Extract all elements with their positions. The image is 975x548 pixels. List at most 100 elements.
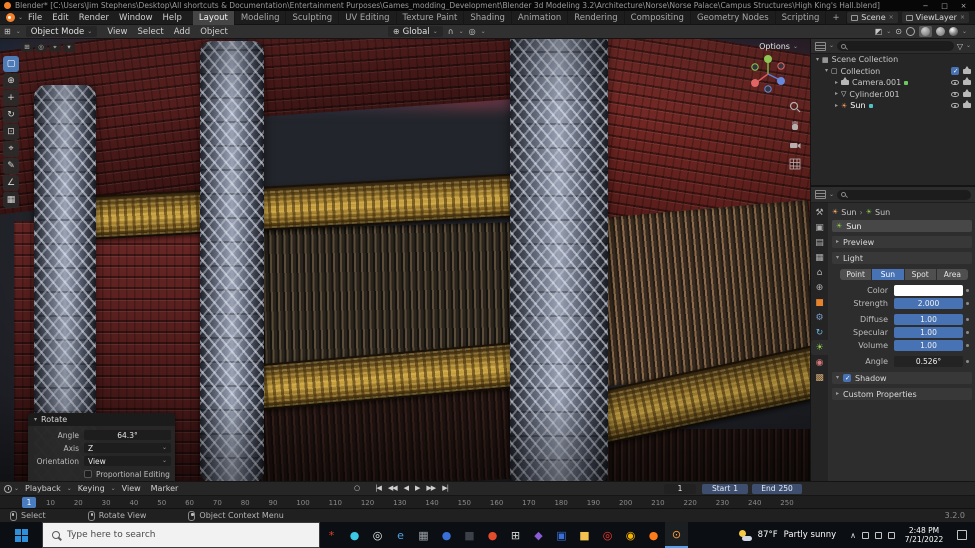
mini-button-2[interactable]: ◎ [35, 42, 47, 52]
render-visibility-icon[interactable] [963, 69, 971, 74]
playhead[interactable]: 1 [22, 497, 36, 508]
menu-file[interactable]: File [23, 11, 47, 25]
outliner-row-sun[interactable]: ▸ ☀ Sun [811, 100, 975, 112]
render-visibility-icon[interactable] [963, 103, 971, 108]
editor-type-caret-icon[interactable]: ⌄ [16, 29, 21, 35]
tab-output[interactable]: ▤ [811, 235, 828, 250]
volume-slider[interactable]: 1.00 [894, 340, 963, 351]
breadcrumb-data[interactable]: Sun [875, 208, 890, 217]
hide-viewport-icon[interactable] [951, 80, 959, 85]
properties-search-input[interactable] [837, 190, 971, 200]
shading-wireframe-icon[interactable] [906, 27, 915, 36]
light-type-button[interactable]: Sun [872, 269, 903, 280]
shading-material-icon[interactable] [936, 27, 945, 36]
weather-temperature[interactable]: 87°F [758, 530, 778, 540]
mode-dropdown[interactable]: Object Mode ⌄ [26, 26, 98, 37]
taskbar-app-icon[interactable]: ◎ [366, 522, 389, 548]
outliner-editor-icon[interactable] [815, 42, 826, 51]
light-color-swatch[interactable] [894, 285, 963, 296]
render-visibility-icon[interactable] [963, 80, 971, 85]
preview-section-header[interactable]: ▸ Preview [832, 236, 972, 248]
tab-object-data[interactable]: ☀ [811, 340, 828, 355]
overlays-icon[interactable]: ◩ [875, 27, 883, 36]
menu-help[interactable]: Help [158, 11, 187, 25]
snap-caret-icon[interactable]: ⌄ [459, 29, 464, 35]
mini-button-4[interactable]: ▾ [63, 42, 75, 52]
light-section-header[interactable]: ▾ Light [832, 252, 972, 264]
render-visibility-icon[interactable] [963, 92, 971, 97]
workspace-tab[interactable]: Geometry Nodes [691, 11, 776, 25]
workspace-tab[interactable]: Rendering [568, 11, 624, 25]
keyframe-dot-icon[interactable] [963, 302, 972, 305]
tool-move[interactable]: + [3, 90, 19, 106]
taskbar-app-icon[interactable]: ■ [573, 522, 596, 548]
menu-edit[interactable]: Edit [47, 11, 73, 25]
xray-toggle-icon[interactable]: ⊙ [895, 27, 902, 36]
tab-scene[interactable]: ⌂ [811, 265, 828, 280]
diffuse-slider[interactable]: 1.00 [894, 314, 963, 325]
menu-select[interactable]: Select [132, 25, 168, 39]
shading-solid-active[interactable] [919, 26, 932, 37]
taskbar-app-icon[interactable]: ◉ [619, 522, 642, 548]
viewlayer-unlink-icon[interactable]: × [960, 14, 965, 21]
menu-marker[interactable]: Marker [147, 484, 183, 493]
operator-panel-header[interactable]: ▾ Rotate [28, 413, 175, 426]
tab-tool[interactable]: ⚒ [811, 205, 828, 220]
timeline-ruler[interactable]: 1 10203040506070809010011012013014015016… [0, 495, 975, 509]
zoom-icon[interactable] [789, 101, 801, 113]
taskbar-app-icon[interactable]: ■ [458, 522, 481, 548]
tray-icon[interactable] [875, 532, 882, 539]
minimize-button[interactable]: − [918, 2, 933, 10]
tab-physics[interactable]: ↻ [811, 325, 828, 340]
start-button[interactable] [0, 522, 42, 548]
strength-slider[interactable]: 2.000 [894, 298, 963, 309]
outliner-row-camera[interactable]: ▸ Camera.001 [811, 77, 975, 89]
maximize-button[interactable]: □ [937, 2, 952, 10]
shadow-section-header[interactable]: ▾ Shadow [832, 372, 972, 384]
keyframe-dot-icon[interactable] [963, 289, 972, 292]
shadow-checkbox[interactable] [843, 374, 851, 382]
taskbar-app-icon[interactable]: ◆ [527, 522, 550, 548]
workspace-tab[interactable]: Animation [512, 11, 568, 25]
taskbar-app-icon[interactable]: ▣ [550, 522, 573, 548]
play-reverse-button[interactable]: ◀ [402, 483, 410, 493]
scene-unlink-icon[interactable]: × [889, 14, 894, 21]
workspace-tab[interactable]: + [826, 11, 846, 25]
light-type-button[interactable]: Point [840, 269, 871, 280]
menu-window[interactable]: Window [114, 11, 158, 25]
workspace-tab[interactable]: Modeling [235, 11, 287, 25]
tab-world[interactable]: ⊕ [811, 280, 828, 295]
auto-keying-button[interactable]: ○ [352, 483, 362, 493]
workspace-tab[interactable]: Texture Paint [397, 11, 465, 25]
proportional-caret-icon[interactable]: ⌄ [481, 29, 486, 35]
current-frame-field[interactable]: 1 [664, 484, 696, 494]
outliner-row-cylinder[interactable]: ▸ ▽ Cylinder.001 [811, 89, 975, 101]
mini-button-1[interactable]: ⊞ [21, 42, 33, 52]
keyframe-dot-icon[interactable] [963, 360, 972, 363]
tray-icon[interactable] [888, 532, 895, 539]
taskbar-app-icon[interactable]: ● [642, 522, 665, 548]
tray-icon[interactable] [862, 532, 869, 539]
timeline-editor-icon[interactable] [4, 485, 12, 493]
taskbar-app-icon[interactable]: ⊙ [665, 522, 688, 548]
outliner-row-collection[interactable]: ▾ ▢ Collection [811, 66, 975, 78]
taskbar-app-icon[interactable]: ◎ [596, 522, 619, 548]
tool-transform[interactable]: ⌖ [3, 141, 19, 157]
shading-caret-icon[interactable]: ⌄ [962, 29, 967, 35]
move-view-hand-icon[interactable] [789, 120, 801, 132]
collection-checkbox[interactable] [951, 67, 959, 75]
blender-logo-icon[interactable] [6, 13, 15, 22]
prev-keyframe-button[interactable]: ◀◀ [386, 483, 399, 493]
frame-start-field[interactable]: Start1 [702, 484, 748, 494]
workspace-tab[interactable]: Sculpting [286, 11, 339, 25]
angle-field[interactable]: 64.3° [84, 430, 171, 440]
tool-select-box[interactable]: ▢ [3, 56, 19, 72]
proportional-editing-checkbox[interactable] [84, 470, 92, 478]
navigation-gizmo[interactable] [746, 52, 790, 96]
custom-properties-section-header[interactable]: ▸ Custom Properties [832, 388, 972, 400]
tab-view-layer[interactable]: ▦ [811, 250, 828, 265]
light-type-button[interactable]: Area [937, 269, 968, 280]
hide-viewport-icon[interactable] [951, 103, 959, 108]
play-button[interactable]: ▶ [413, 483, 421, 493]
camera-view-icon[interactable] [789, 139, 801, 151]
